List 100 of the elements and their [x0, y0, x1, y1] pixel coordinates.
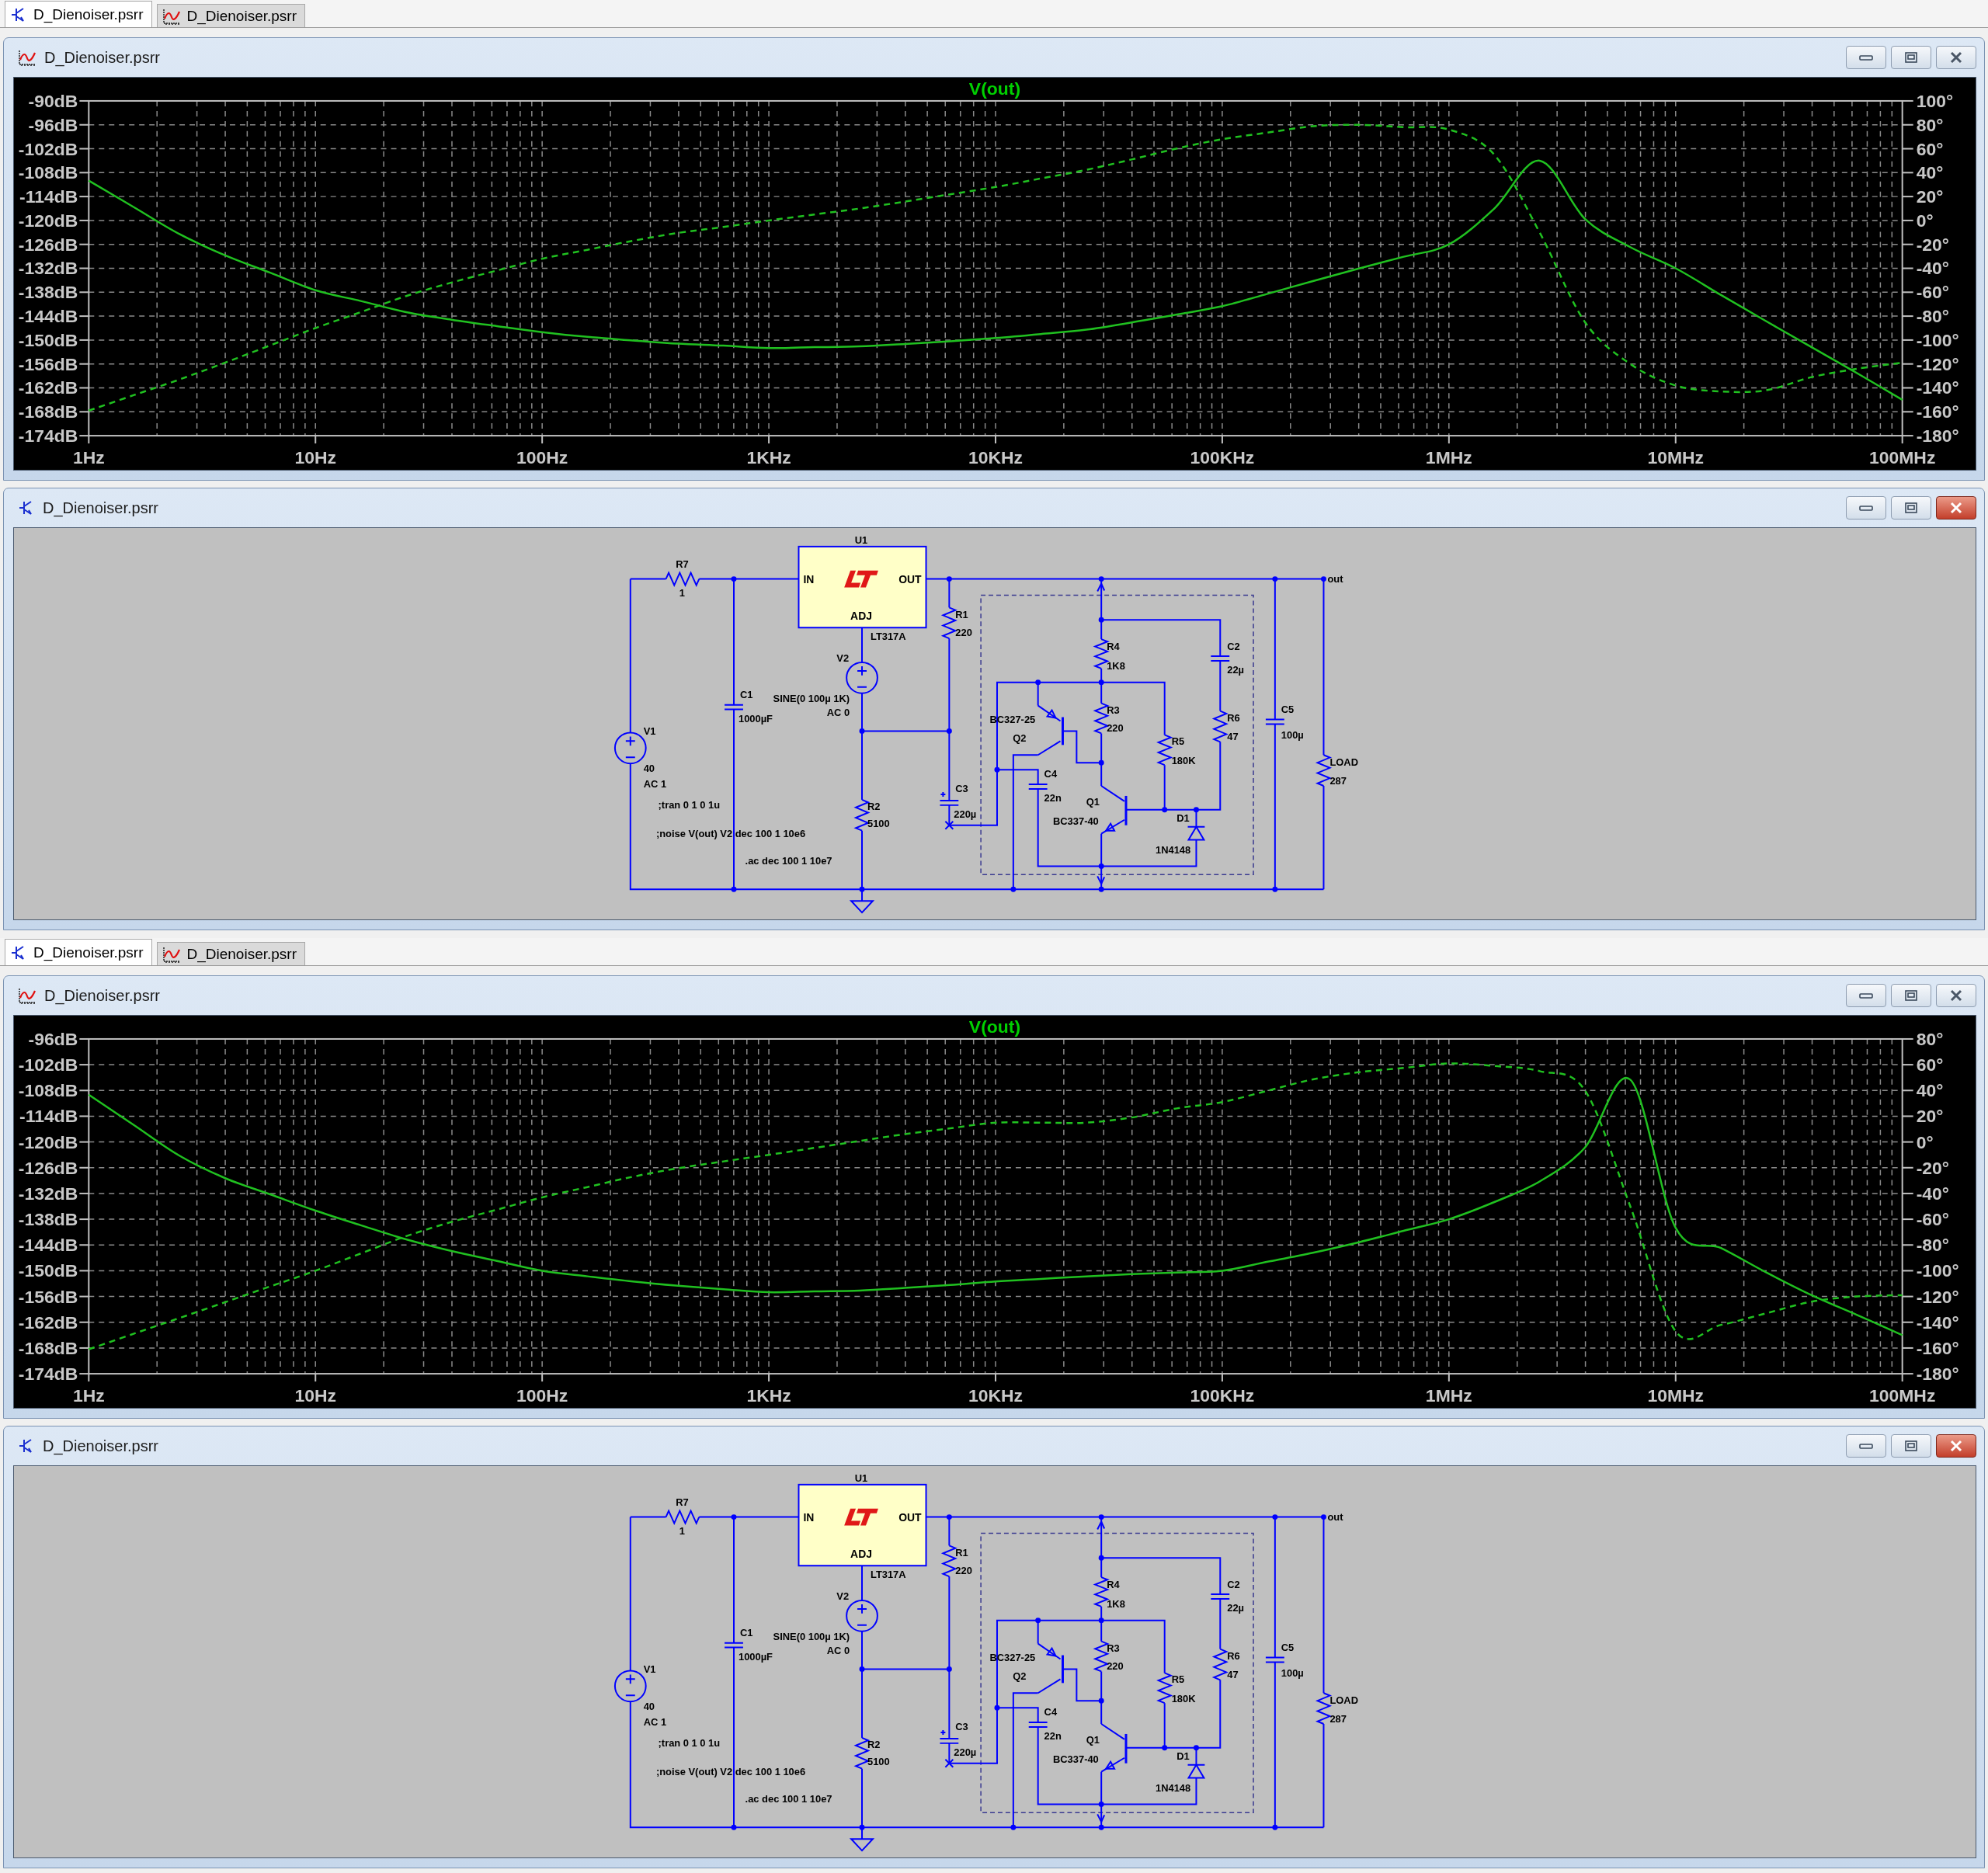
- axis-tick-label: -162dB: [18, 1312, 78, 1333]
- component-value: 1000µF: [738, 1650, 773, 1663]
- resistor-symbol: [665, 571, 700, 587]
- spice-directive: .ac dec 100 1 10e7: [745, 855, 832, 867]
- minimize-button[interactable]: [1846, 984, 1886, 1007]
- resistor-symbol: [1315, 1692, 1332, 1725]
- junction-dot: [1098, 759, 1104, 766]
- component-value: AC 1: [643, 1716, 667, 1728]
- axis-tick-label: 10MHz: [1647, 1385, 1705, 1406]
- junction-dot: [1098, 679, 1104, 686]
- component-label: V1: [643, 725, 656, 738]
- close-icon: [1948, 1440, 1964, 1452]
- capacitor-symbol: [1264, 1656, 1285, 1663]
- axis-tick-label: 0°: [1916, 210, 1934, 231]
- voltage-source-symbol: [846, 1599, 878, 1632]
- component-label: D1: [1176, 1750, 1190, 1762]
- pin-label: OUT: [898, 572, 922, 586]
- component-label: C1: [739, 1626, 753, 1638]
- maximize-button[interactable]: [1891, 46, 1931, 69]
- component-value: LT317A: [870, 1569, 906, 1581]
- axis-tick-label: -140°: [1916, 377, 1959, 398]
- component-value: BC337-40: [1052, 815, 1099, 827]
- axis-tick-label: 80°: [1916, 114, 1944, 135]
- component-value: SINE(0 100µ 1K): [773, 692, 850, 704]
- component-label: V1: [643, 1663, 656, 1676]
- minimize-button[interactable]: [1846, 1434, 1886, 1458]
- capacitor-symbol: [724, 704, 744, 711]
- axis-tick-label: 80°: [1916, 1028, 1944, 1049]
- component-value: 287: [1329, 1713, 1347, 1725]
- axis-tick-label: 20°: [1916, 1106, 1944, 1127]
- junction-dot: [1098, 576, 1104, 582]
- axis-tick-label: 1MHz: [1425, 447, 1472, 467]
- document-tab[interactable]: D_Dienoiser.psrr: [5, 1, 152, 27]
- minimize-button[interactable]: [1846, 46, 1886, 69]
- component-value: AC 0: [826, 1644, 850, 1656]
- component-label: R1: [955, 609, 968, 621]
- diode-symbol: [1187, 1764, 1206, 1779]
- component-value: LT317A: [870, 631, 906, 643]
- component-label: R6: [1227, 711, 1240, 724]
- component-value: 22n: [1044, 1729, 1062, 1742]
- resistor-symbol: [1156, 734, 1173, 766]
- junction-dot: [1162, 1745, 1168, 1751]
- junction-dot: [946, 728, 952, 734]
- maximize-button[interactable]: [1891, 984, 1931, 1007]
- axis-tick-label: -108dB: [18, 162, 78, 183]
- close-button[interactable]: [1936, 984, 1976, 1007]
- component-value: 220µ: [954, 1746, 977, 1758]
- axis-tick-label: -174dB: [18, 426, 78, 447]
- component-label: R4: [1107, 1579, 1120, 1591]
- axis-tick-label: -168dB: [18, 1337, 78, 1358]
- junction-dot: [731, 576, 737, 582]
- component-value: 22µ: [1227, 1601, 1244, 1614]
- close-button[interactable]: [1936, 1434, 1976, 1458]
- component-label: C5: [1281, 703, 1295, 715]
- maximize-button[interactable]: [1891, 496, 1931, 520]
- axis-tick-label: -102dB: [18, 1055, 78, 1075]
- waveform-icon: [18, 987, 36, 1004]
- component-label: R7: [676, 1496, 689, 1508]
- junction-dot: [1035, 679, 1041, 686]
- component-label: LOAD: [1329, 1694, 1358, 1707]
- close-button[interactable]: [1936, 496, 1976, 520]
- voltage-source-symbol: [846, 661, 878, 694]
- minimize-icon: [1858, 53, 1874, 62]
- wire: [861, 627, 863, 663]
- document-tab[interactable]: D_Dienoiser.psrr: [156, 4, 305, 27]
- axis-tick-label: -168dB: [18, 401, 78, 422]
- axis-tick-label: 1Hz: [72, 447, 105, 467]
- document-tab[interactable]: D_Dienoiser.psrr: [156, 942, 305, 965]
- axis-tick-label: -162dB: [18, 377, 78, 398]
- axis-tick-label: 10KHz: [968, 1385, 1024, 1406]
- component-label: C1: [739, 688, 753, 700]
- maximize-button[interactable]: [1891, 1434, 1931, 1458]
- component-value: 40: [643, 1701, 655, 1713]
- axis-tick-label: 60°: [1916, 1055, 1944, 1075]
- document-tab[interactable]: D_Dienoiser.psrr: [5, 939, 152, 965]
- resistor-symbol: [1315, 754, 1332, 787]
- window-title: D_Dienoiser.psrr: [43, 499, 158, 517]
- junction-dot: [1098, 1801, 1104, 1807]
- component-value: AC 0: [826, 706, 850, 718]
- component-value: 22n: [1044, 791, 1062, 804]
- diode-symbol: [1187, 825, 1206, 841]
- junction-dot: [1194, 807, 1199, 813]
- axis-tick-label: 1KHz: [746, 447, 791, 467]
- spice-directive: ;tran 0 1 0 1u: [658, 1736, 721, 1749]
- component-value: SINE(0 100µ 1K): [773, 1630, 850, 1642]
- minimize-button[interactable]: [1846, 496, 1886, 520]
- axis-tick-label: 100MHz: [1868, 447, 1936, 467]
- junction-dot: [946, 576, 952, 582]
- component-label: R2: [867, 800, 881, 812]
- junction-dot: [1272, 1824, 1278, 1830]
- wire: [1219, 1598, 1222, 1650]
- axis-tick-label: -96dB: [28, 1028, 78, 1049]
- component-label: R2: [867, 1738, 881, 1750]
- close-button[interactable]: [1936, 46, 1976, 69]
- plot-title: V(out): [968, 78, 1021, 99]
- junction-dot: [994, 766, 1000, 773]
- junction-dot: [859, 1824, 865, 1830]
- component-value: 1000µF: [738, 712, 773, 725]
- component-value: BC337-40: [1052, 1753, 1099, 1765]
- component-value: 1N4148: [1156, 1782, 1191, 1795]
